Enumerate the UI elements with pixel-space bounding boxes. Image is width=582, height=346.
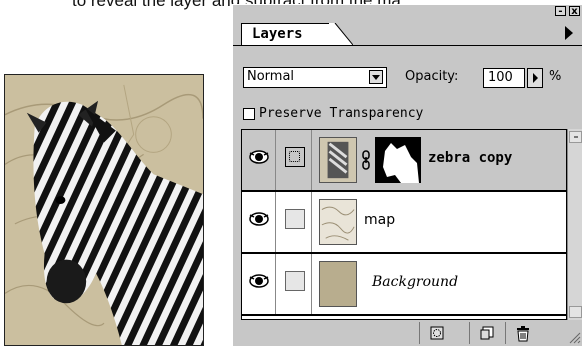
opacity-unit: %	[549, 69, 562, 84]
zebra-map-image	[4, 74, 204, 346]
layer-mask-toggle[interactable]	[276, 192, 312, 252]
layer-list: zebra copy map Background	[241, 129, 567, 320]
layer-visibility-toggle[interactable]	[242, 192, 276, 252]
mask-mode-icon	[285, 271, 305, 291]
layer-mask-toggle[interactable]	[276, 130, 312, 190]
palette-titlebar[interactable]: - x	[233, 5, 582, 17]
scroll-down-button[interactable]	[569, 306, 582, 318]
scroll-up-button[interactable]	[569, 131, 582, 143]
palette-menu-icon[interactable]	[565, 26, 573, 40]
minimize-button[interactable]: -	[555, 6, 566, 17]
opacity-label: Opacity:	[405, 69, 459, 84]
layer-row-background[interactable]: Background	[242, 254, 566, 316]
trash-icon	[517, 326, 529, 342]
resize-grip-icon[interactable]	[567, 330, 581, 344]
preserve-transparency-label: Preserve Transparency	[259, 106, 424, 121]
add-mask-button[interactable]	[419, 322, 453, 344]
layer-list-scrollbar[interactable]	[567, 129, 582, 320]
blend-mode-value: Normal	[247, 69, 295, 84]
eye-icon	[249, 274, 269, 288]
tab-edge	[329, 23, 353, 45]
chevron-down-icon[interactable]	[369, 70, 383, 84]
eye-icon	[249, 150, 269, 164]
palette-bottom-bar	[233, 320, 582, 346]
layer-row-map[interactable]: map	[242, 192, 566, 254]
eye-icon	[249, 212, 269, 226]
layer-name: map	[364, 212, 396, 228]
new-layer-button[interactable]	[469, 322, 503, 344]
mask-mode-icon	[285, 147, 305, 167]
link-icon[interactable]	[361, 150, 371, 170]
layer-row-zebra-copy[interactable]: zebra copy	[242, 130, 566, 192]
layer-visibility-toggle[interactable]	[242, 130, 276, 190]
layer-name: zebra copy	[428, 150, 513, 166]
layer-name: Background	[372, 274, 459, 290]
add-mask-icon	[430, 326, 444, 340]
layers-palette: - x Layers Normal Opacity: 100 % Preserv…	[232, 4, 582, 346]
mask-mode-icon	[285, 209, 305, 229]
layer-thumbnail[interactable]	[319, 137, 357, 183]
layer-mask-thumbnail[interactable]	[375, 137, 421, 183]
layer-mask-toggle[interactable]	[276, 254, 312, 314]
tab-layers[interactable]: Layers	[241, 23, 335, 45]
preserve-transparency-checkbox[interactable]	[243, 108, 255, 120]
blend-mode-select[interactable]: Normal	[243, 67, 387, 88]
tab-layers-label: Layers	[252, 26, 303, 42]
new-layer-icon	[480, 326, 494, 340]
layer-visibility-toggle[interactable]	[242, 254, 276, 314]
layer-thumbnail[interactable]	[319, 261, 357, 307]
layer-thumbnail[interactable]	[319, 199, 357, 245]
close-button[interactable]: x	[569, 6, 580, 17]
opacity-input[interactable]: 100	[483, 68, 525, 88]
delete-layer-button[interactable]	[505, 322, 539, 344]
opacity-slider-arrow-icon[interactable]	[527, 68, 543, 88]
palette-tab-row: Layers	[233, 19, 582, 46]
